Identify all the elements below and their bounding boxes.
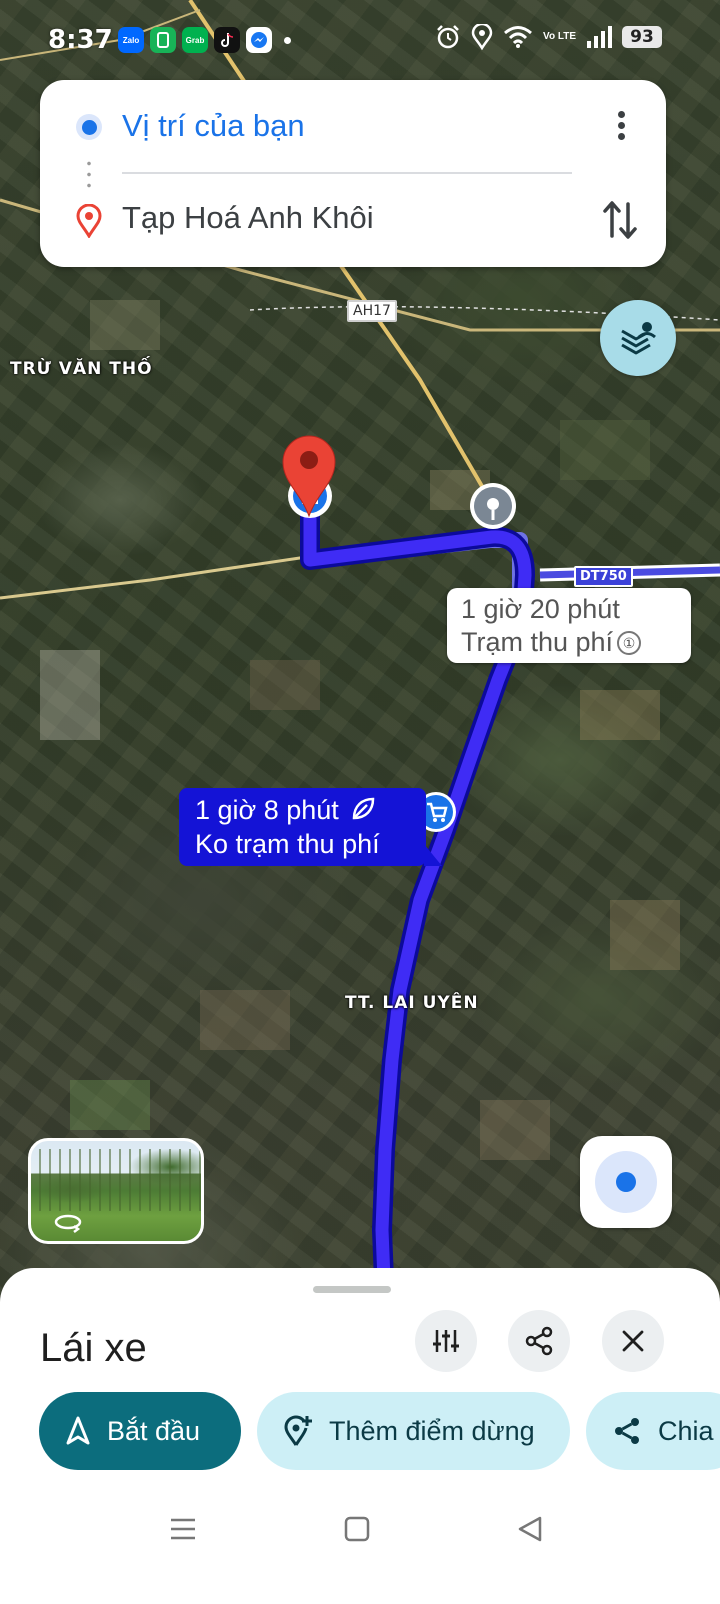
close-icon	[622, 1330, 644, 1352]
toll-icon: ①	[617, 631, 642, 655]
zalo-icon: Zalo	[118, 27, 144, 53]
layers-icon	[621, 322, 656, 355]
start-label: Bắt đầu	[107, 1415, 201, 1446]
tiktok-icon	[214, 27, 240, 53]
destination-pin-outline-icon	[76, 204, 102, 238]
share-icon	[525, 1326, 553, 1356]
street-view-thumbnail[interactable]	[28, 1138, 204, 1244]
directions-card: Vị trí của bạn Tạp Hoá Anh Khôi	[40, 80, 666, 267]
road-shield-ah17: AH17	[347, 300, 397, 322]
selected-route-duration: 1 giờ 8 phút	[195, 795, 339, 825]
share-chip-button[interactable]: Chia sẻ	[586, 1392, 720, 1470]
share-icon	[615, 1418, 639, 1444]
more-options-button[interactable]	[606, 108, 636, 148]
add-stop-label: Thêm điểm dừng	[329, 1415, 535, 1446]
tune-icon	[433, 1330, 459, 1352]
travel-mode-title: Lái xe	[40, 1326, 147, 1370]
grab-icon: Grab	[182, 27, 208, 53]
origin-field[interactable]: Vị trí của bạn	[122, 108, 305, 144]
status-time: 8:37	[48, 25, 113, 55]
more-notifications-dot	[284, 36, 291, 44]
alarm-icon	[437, 25, 459, 49]
swap-directions-button[interactable]	[602, 198, 638, 242]
battery-indicator: 93	[622, 26, 662, 48]
start-navigation-button[interactable]: Bắt đầu	[39, 1392, 241, 1470]
add-stop-button[interactable]: Thêm điểm dừng	[257, 1392, 570, 1470]
my-location-button[interactable]	[580, 1136, 672, 1228]
status-bar: 8:37 Zalo Grab Vo LTE 93	[0, 0, 720, 80]
alternate-route-duration: 1 giờ 20 phút	[461, 594, 620, 624]
location-icon	[471, 24, 493, 50]
share-chip-label: Chia sẻ	[658, 1415, 720, 1446]
eco-leaf-icon	[353, 797, 375, 820]
road-shield-dt750: DT750	[574, 566, 633, 587]
map-layers-button[interactable]	[600, 300, 676, 376]
my-location-icon	[595, 1151, 657, 1213]
alternate-route-callout[interactable]: 1 giờ 20 phút Trạm thu phí ①	[447, 588, 691, 663]
origin-dot-icon	[76, 114, 102, 140]
route-options-button[interactable]	[415, 1310, 477, 1372]
system-navigation-bar	[0, 1490, 720, 1604]
navigation-arrow-icon	[66, 1416, 90, 1445]
back-icon[interactable]	[517, 1516, 543, 1542]
map-label-town: TT. LAI UYÊN	[345, 993, 479, 1013]
waypoint-marker	[470, 483, 516, 529]
home-icon[interactable]	[344, 1516, 370, 1542]
selected-route-callout[interactable]: 1 giờ 8 phút Ko trạm thu phí	[179, 788, 442, 866]
recents-menu-icon[interactable]	[170, 1516, 196, 1542]
notification-icons: Zalo Grab	[118, 27, 291, 53]
map-label-area: TRỪ VĂN THỐ	[10, 359, 153, 379]
sheet-drag-handle[interactable]	[313, 1286, 391, 1293]
divider	[122, 172, 572, 174]
messenger-icon	[246, 27, 272, 53]
share-route-button[interactable]	[508, 1310, 570, 1372]
alternate-route-note: Trạm thu phí	[461, 627, 614, 657]
signal-icon	[587, 26, 612, 48]
volte-indicator: Vo LTE	[543, 31, 576, 42]
destination-field[interactable]: Tạp Hoá Anh Khôi	[122, 200, 374, 236]
directions-bottom-sheet: Lái xe Bắt đầu Thêm điểm dừng Chia	[0, 1268, 720, 1604]
rotate-360-icon	[54, 1214, 82, 1233]
wallet-app-icon	[150, 27, 176, 53]
route-connector	[87, 158, 91, 192]
close-button[interactable]	[602, 1310, 664, 1372]
selected-route-note: Ko trạm thu phí	[195, 829, 380, 859]
add-location-icon	[284, 1415, 312, 1446]
wifi-icon	[504, 26, 532, 48]
